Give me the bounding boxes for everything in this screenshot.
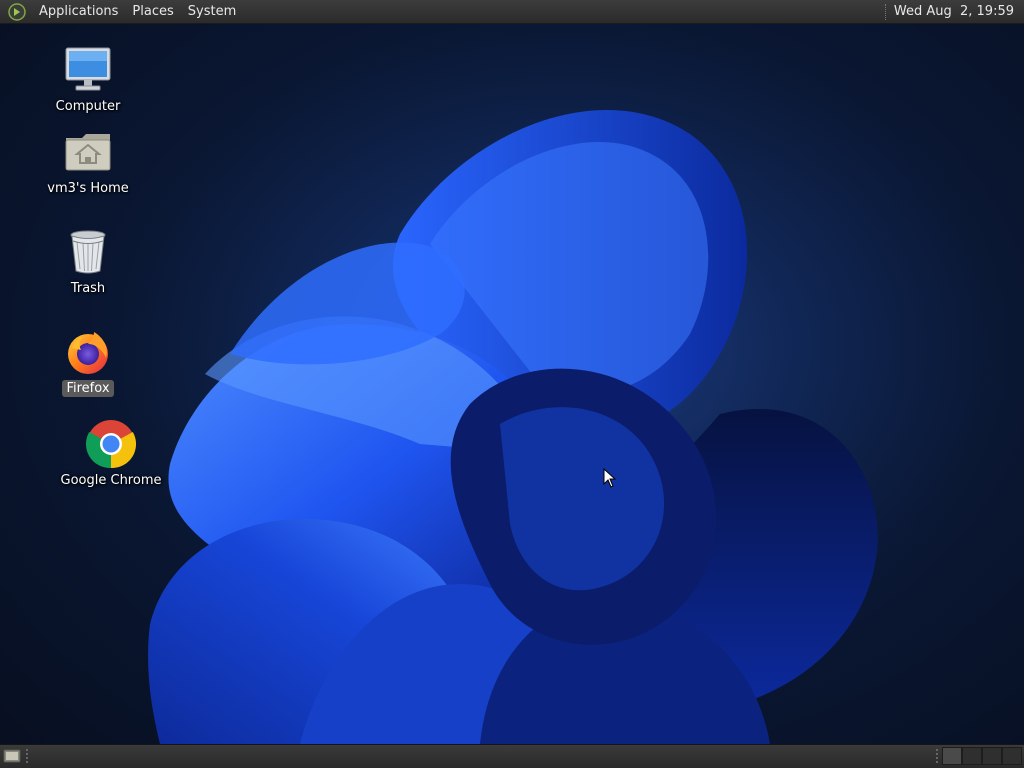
desktop-icon-label: Firefox — [62, 380, 114, 397]
workspace-2[interactable] — [962, 747, 982, 765]
home-folder-icon — [62, 126, 114, 178]
desktop-icon-trash[interactable]: Trash — [33, 226, 143, 297]
desktop-icon-firefox[interactable]: Firefox — [33, 326, 143, 397]
desktop-icon-label: Trash — [70, 281, 106, 296]
desktop-icon-label: vm3's Home — [47, 181, 129, 196]
workspace-4[interactable] — [1002, 747, 1022, 765]
desktop-icon-label: Google Chrome — [60, 473, 162, 488]
mouse-cursor-icon — [603, 468, 617, 488]
menu-applications[interactable]: Applications — [32, 0, 125, 24]
desktop-icon-chrome[interactable]: Google Chrome — [56, 418, 166, 489]
trash-icon — [62, 226, 114, 278]
desktop-icon-label: Computer — [55, 99, 121, 114]
menu-logo-icon[interactable] — [8, 2, 26, 21]
computer-icon — [62, 44, 114, 96]
top-panel: Applications Places System Wed Aug 2, 19… — [0, 0, 1024, 24]
workspace-3[interactable] — [982, 747, 1002, 765]
show-desktop-icon[interactable] — [3, 748, 21, 764]
workspace-1[interactable] — [942, 747, 962, 765]
panel-separator — [884, 3, 890, 20]
panel-handle — [26, 749, 32, 763]
chrome-icon — [85, 418, 137, 470]
desktop-icon-home[interactable]: vm3's Home — [33, 126, 143, 197]
wallpaper-bloom — [0, 24, 1024, 744]
menu-places[interactable]: Places — [125, 0, 180, 24]
firefox-icon — [62, 326, 114, 378]
desktop-icon-computer[interactable]: Computer — [33, 44, 143, 115]
bottom-panel — [0, 744, 1024, 768]
clock[interactable]: Wed Aug 2, 19:59 — [894, 4, 1024, 19]
desktop[interactable]: Applications Places System Wed Aug 2, 19… — [0, 0, 1024, 768]
menu-system[interactable]: System — [181, 0, 243, 24]
